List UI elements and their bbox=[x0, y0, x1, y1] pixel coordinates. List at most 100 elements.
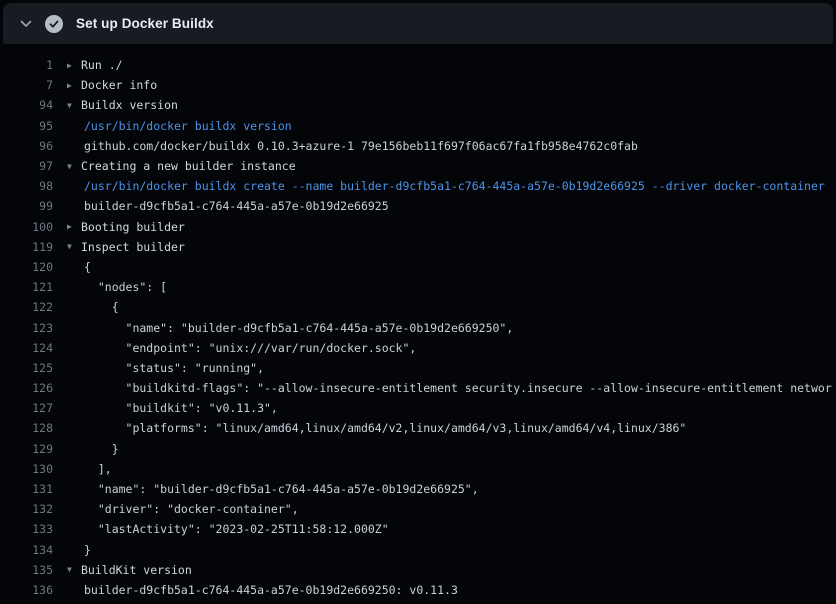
log-line-content: builder-d9cfb5a1-c764-445a-a57e-0b19d2e6… bbox=[67, 583, 458, 597]
log-line: 120 { bbox=[0, 257, 836, 277]
log-text: "buildkit": "v0.11.3", bbox=[84, 401, 278, 415]
log-line: 99 builder-d9cfb5a1-c764-445a-a57e-0b19d… bbox=[0, 196, 836, 216]
log-line: 134 } bbox=[0, 540, 836, 560]
log-group-header[interactable]: 94 ▼Buildx version bbox=[0, 95, 836, 115]
line-number[interactable]: 94 bbox=[0, 98, 53, 112]
line-number[interactable]: 124 bbox=[0, 341, 53, 355]
log-line-content: ▼Buildx version bbox=[67, 98, 178, 112]
line-number[interactable]: 120 bbox=[0, 260, 53, 274]
line-number[interactable]: 119 bbox=[0, 240, 53, 254]
line-number[interactable]: 126 bbox=[0, 381, 53, 395]
log-line: 131 "name": "builder-d9cfb5a1-c764-445a-… bbox=[0, 479, 836, 499]
log-line: 136 builder-d9cfb5a1-c764-445a-a57e-0b19… bbox=[0, 580, 836, 600]
collapsed-arrow-icon[interactable]: ▶ bbox=[67, 81, 81, 90]
log-line-content: } bbox=[67, 442, 119, 456]
line-number[interactable]: 100 bbox=[0, 220, 53, 234]
log-line-content: ▼BuildKit version bbox=[67, 563, 192, 577]
log-line: 128 "platforms": "linux/amd64,linux/amd6… bbox=[0, 418, 836, 438]
log-line-content: "name": "builder-d9cfb5a1-c764-445a-a57e… bbox=[67, 482, 479, 496]
log-group-header[interactable]: 100 ▶Booting builder bbox=[0, 217, 836, 237]
log-line-content: "status": "running", bbox=[67, 361, 264, 375]
log-line-content: { bbox=[67, 300, 119, 314]
log-group-header[interactable]: 1 ▶Run ./ bbox=[0, 55, 836, 75]
step-title: Set up Docker Buildx bbox=[76, 16, 214, 31]
log-line: 95 /usr/bin/docker buildx version bbox=[0, 116, 836, 136]
log-text: } bbox=[84, 442, 119, 456]
log-line-content: github.com/docker/buildx 0.10.3+azure-1 … bbox=[67, 139, 638, 153]
log-text: } bbox=[84, 543, 91, 557]
log-group-header[interactable]: 97 ▼Creating a new builder instance bbox=[0, 156, 836, 176]
collapsed-arrow-icon[interactable]: ▶ bbox=[67, 222, 81, 231]
chevron-down-icon[interactable] bbox=[18, 16, 34, 32]
log-viewer: 1 ▶Run ./ 7 ▶Docker info 94 ▼Buildx vers… bbox=[0, 44, 836, 600]
log-line: 130 ], bbox=[0, 459, 836, 479]
line-number[interactable]: 98 bbox=[0, 179, 53, 193]
line-number[interactable]: 96 bbox=[0, 139, 53, 153]
log-group-header[interactable]: 119 ▼Inspect builder bbox=[0, 237, 836, 257]
log-text: Booting builder bbox=[81, 220, 185, 234]
log-line: 123 "name": "builder-d9cfb5a1-c764-445a-… bbox=[0, 317, 836, 337]
line-number[interactable]: 134 bbox=[0, 543, 53, 557]
expanded-arrow-icon[interactable]: ▼ bbox=[67, 162, 81, 171]
log-line: 132 "driver": "docker-container", bbox=[0, 499, 836, 519]
log-line-content: ▶Docker info bbox=[67, 78, 157, 92]
log-group-header[interactable]: 135 ▼BuildKit version bbox=[0, 560, 836, 580]
log-line: 122 { bbox=[0, 297, 836, 317]
log-text: "status": "running", bbox=[84, 361, 264, 375]
line-number[interactable]: 125 bbox=[0, 361, 53, 375]
log-text: "platforms": "linux/amd64,linux/amd64/v2… bbox=[84, 421, 686, 435]
line-number[interactable]: 136 bbox=[0, 583, 53, 597]
check-circle-icon bbox=[45, 15, 63, 33]
line-number[interactable]: 130 bbox=[0, 462, 53, 476]
log-line-content: ▶Run ./ bbox=[67, 58, 123, 72]
log-text: { bbox=[84, 300, 119, 314]
log-text: builder-d9cfb5a1-c764-445a-a57e-0b19d2e6… bbox=[84, 199, 389, 213]
line-number[interactable]: 135 bbox=[0, 563, 53, 577]
line-number[interactable]: 95 bbox=[0, 119, 53, 133]
line-number[interactable]: 123 bbox=[0, 321, 53, 335]
line-number[interactable]: 131 bbox=[0, 482, 53, 496]
log-text: Docker info bbox=[81, 78, 157, 92]
expanded-arrow-icon[interactable]: ▼ bbox=[67, 101, 81, 110]
line-number[interactable]: 122 bbox=[0, 300, 53, 314]
log-line: 96 github.com/docker/buildx 0.10.3+azure… bbox=[0, 136, 836, 156]
log-line: 133 "lastActivity": "2023-02-25T11:58:12… bbox=[0, 519, 836, 539]
line-number[interactable]: 128 bbox=[0, 421, 53, 435]
log-text: /usr/bin/docker buildx version bbox=[84, 119, 292, 133]
log-line: 127 "buildkit": "v0.11.3", bbox=[0, 398, 836, 418]
line-number[interactable]: 97 bbox=[0, 159, 53, 173]
log-line-content: ▼Inspect builder bbox=[67, 240, 185, 254]
log-line-content: "driver": "docker-container", bbox=[67, 502, 299, 516]
line-number[interactable]: 129 bbox=[0, 442, 53, 456]
log-line-content: "buildkitd-flags": "--allow-insecure-ent… bbox=[67, 381, 832, 395]
log-text: "endpoint": "unix:///var/run/docker.sock… bbox=[84, 341, 416, 355]
log-line-content: ▼Creating a new builder instance bbox=[67, 159, 296, 173]
line-number[interactable]: 1 bbox=[0, 58, 53, 72]
line-number[interactable]: 133 bbox=[0, 522, 53, 536]
log-text: BuildKit version bbox=[81, 563, 192, 577]
step-header[interactable]: Set up Docker Buildx bbox=[3, 3, 833, 44]
log-line-content: "platforms": "linux/amd64,linux/amd64/v2… bbox=[67, 421, 686, 435]
expanded-arrow-icon[interactable]: ▼ bbox=[67, 242, 81, 251]
log-text: Inspect builder bbox=[81, 240, 185, 254]
log-text: "lastActivity": "2023-02-25T11:58:12.000… bbox=[84, 522, 389, 536]
log-line: 129 } bbox=[0, 439, 836, 459]
expanded-arrow-icon[interactable]: ▼ bbox=[67, 565, 81, 574]
log-line-content: ], bbox=[67, 462, 112, 476]
log-text: github.com/docker/buildx 0.10.3+azure-1 … bbox=[84, 139, 638, 153]
log-line: 121 "nodes": [ bbox=[0, 277, 836, 297]
line-number[interactable]: 127 bbox=[0, 401, 53, 415]
line-number[interactable]: 121 bbox=[0, 280, 53, 294]
log-line-content: /usr/bin/docker buildx version bbox=[67, 119, 292, 133]
log-text: ], bbox=[84, 462, 112, 476]
log-group-header[interactable]: 7 ▶Docker info bbox=[0, 75, 836, 95]
log-text: builder-d9cfb5a1-c764-445a-a57e-0b19d2e6… bbox=[84, 583, 458, 597]
line-number[interactable]: 7 bbox=[0, 78, 53, 92]
line-number[interactable]: 132 bbox=[0, 502, 53, 516]
log-line-content: "lastActivity": "2023-02-25T11:58:12.000… bbox=[67, 522, 389, 536]
line-number[interactable]: 99 bbox=[0, 199, 53, 213]
log-line-content: { bbox=[67, 260, 91, 274]
collapsed-arrow-icon[interactable]: ▶ bbox=[67, 61, 81, 70]
log-text: Creating a new builder instance bbox=[81, 159, 296, 173]
log-line-content: /usr/bin/docker buildx create --name bui… bbox=[67, 179, 825, 193]
